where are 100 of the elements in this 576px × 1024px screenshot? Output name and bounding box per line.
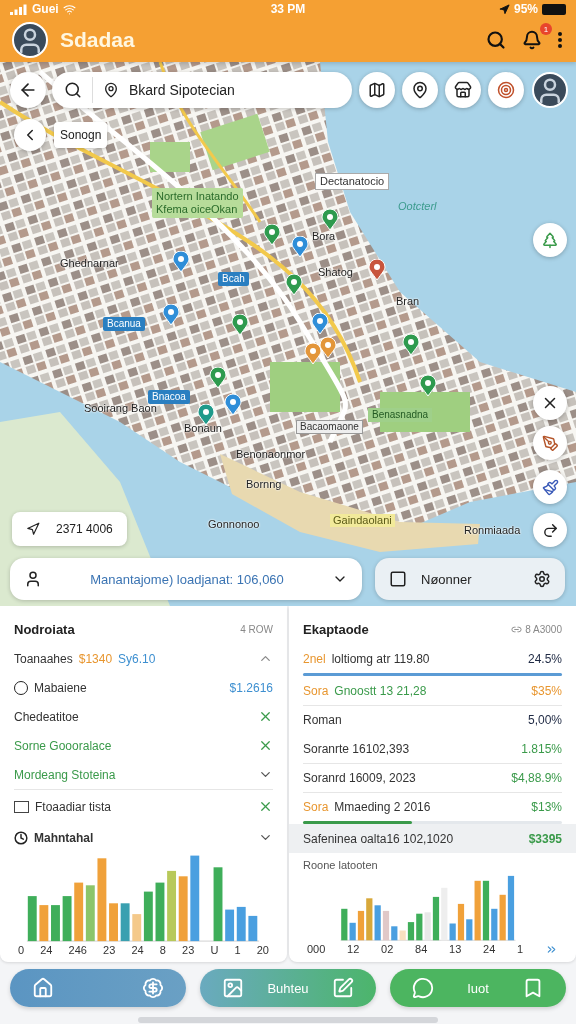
pin-icon xyxy=(103,82,119,98)
axis-label: 1 xyxy=(234,944,241,956)
percent-text: 5,00% xyxy=(527,713,562,727)
search-input[interactable]: Bkard Sipotecian xyxy=(129,78,340,102)
percent-text: 1.815% xyxy=(521,741,562,756)
mode-button[interactable]: Nøonner xyxy=(375,558,565,600)
search-button[interactable] xyxy=(484,28,508,52)
map-label: Ronmiaada xyxy=(464,524,521,538)
clock-text: 33 PM xyxy=(270,2,306,16)
map-pin-icon[interactable] xyxy=(321,209,339,231)
map-label: Benasnadna xyxy=(368,408,433,422)
map-label: Bacaomaone xyxy=(296,420,363,434)
map-pin-icon[interactable] xyxy=(231,314,249,336)
chart-bar xyxy=(27,896,37,942)
map-label: Bnacoa xyxy=(148,390,190,404)
amount-text: $1.2616 xyxy=(229,680,273,695)
map-label: Gonnonoo xyxy=(208,518,260,532)
map-pin-icon[interactable] xyxy=(291,236,309,258)
percent-text: $35% xyxy=(531,683,562,698)
date-text: 2371 4006 xyxy=(56,522,113,536)
settings-icon xyxy=(533,570,551,588)
row-label: Mabaiene xyxy=(34,680,87,695)
row-prefix: Sora xyxy=(303,683,329,698)
square-icon xyxy=(389,570,407,588)
amount-text: $1340 xyxy=(78,651,113,666)
coin-icon xyxy=(142,977,164,999)
menu-button[interactable] xyxy=(556,30,564,50)
map-pin-icon[interactable] xyxy=(319,337,337,359)
map-pin-icon[interactable] xyxy=(419,375,437,397)
card-caption: 4 ROW xyxy=(240,623,273,635)
chart-bar xyxy=(85,885,95,942)
edit-icon xyxy=(332,977,354,999)
map-pin-icon[interactable] xyxy=(402,334,420,356)
row-label: Soranrte 16102,393 xyxy=(303,741,410,756)
map-pin-icon[interactable] xyxy=(197,404,215,426)
chart-bar xyxy=(62,896,72,942)
axis-label: 24 xyxy=(131,944,144,956)
search-field[interactable]: Bkard Sipotecian xyxy=(52,72,352,108)
card-title: Ekaptaode xyxy=(303,621,369,637)
map-pin-icon[interactable] xyxy=(172,251,190,273)
map-pin-icon[interactable] xyxy=(285,274,303,296)
search-icon xyxy=(64,81,82,99)
map-pin-icon[interactable] xyxy=(263,224,281,246)
row-label: Gnoostt 13 21,28 xyxy=(334,683,427,698)
axis-label: 0 xyxy=(18,944,25,956)
axis-label: 23 xyxy=(182,944,195,956)
card-title: Nodroiata xyxy=(14,621,75,637)
map-label: Bcah xyxy=(218,272,249,286)
chart-bar xyxy=(39,905,49,942)
chart-bar xyxy=(155,882,165,942)
chart-bar xyxy=(74,882,84,942)
target-icon xyxy=(497,81,515,99)
battery-text: 95% xyxy=(513,2,538,16)
close-icon[interactable] xyxy=(258,709,273,724)
chart-title: Roone latooten xyxy=(303,859,379,871)
map-label: Ghednarnar xyxy=(60,257,119,271)
chart-bar xyxy=(178,876,188,942)
map-label: Bornng xyxy=(246,478,282,492)
arrow-icon xyxy=(26,522,40,536)
map-label: Bcanua xyxy=(103,317,145,331)
close-icon[interactable] xyxy=(258,799,273,814)
chart-bar xyxy=(109,903,118,942)
place-chip[interactable]: Sonogn xyxy=(54,122,108,148)
more-icon xyxy=(558,32,562,48)
chart-bar xyxy=(236,906,246,942)
close-icon[interactable] xyxy=(258,738,273,753)
row-label: Chedeatitoe xyxy=(14,709,79,724)
map-pin-icon[interactable] xyxy=(224,394,242,416)
axis-label: 24 xyxy=(40,944,53,956)
map-label: Sooirang Baon xyxy=(84,402,157,416)
nav-button[interactable] xyxy=(10,969,186,1007)
chart-bar xyxy=(120,903,130,942)
row-label: Sorne Goooralace xyxy=(14,738,112,753)
axis-label: 23 xyxy=(103,944,116,956)
map-pin-icon[interactable] xyxy=(311,313,329,335)
row-label: Soranrd 16009, 2023 xyxy=(303,771,416,785)
map-pin-icon[interactable] xyxy=(304,343,322,365)
chevrons-right-icon xyxy=(545,943,558,956)
checkbox[interactable] xyxy=(14,800,29,813)
battery-icon xyxy=(542,3,566,15)
row-label: loltiomg atr 119.80 xyxy=(331,651,430,666)
map-label: Shatog xyxy=(318,266,353,280)
map-pin-icon[interactable] xyxy=(209,367,227,389)
signal-icon xyxy=(10,3,28,15)
home-icon xyxy=(32,977,54,999)
row-prefix: 2nel xyxy=(303,651,326,666)
route-field[interactable]: Manantajome) loadjanat: 106,060 xyxy=(10,558,362,600)
route-input[interactable]: Manantajome) loadjanat: 106,060 xyxy=(52,567,322,591)
axis-label: 02 xyxy=(381,943,394,956)
row-label: Ftoaadiar tista xyxy=(35,799,112,814)
app-title: Sdadaa xyxy=(60,28,136,52)
selected-row[interactable]: Safeninea oalta16 102,1020 $3395 xyxy=(289,824,576,853)
map-label: Ootcterl xyxy=(398,200,437,214)
date-chip[interactable]: 2371 4006 xyxy=(12,512,127,546)
map-pin-icon[interactable] xyxy=(368,259,386,281)
brush-icon xyxy=(541,478,559,496)
chart-bar xyxy=(167,870,177,942)
map-pin-icon[interactable] xyxy=(162,304,180,326)
axis-label: 24 xyxy=(483,943,496,956)
notification-badge: 1 xyxy=(540,23,552,35)
